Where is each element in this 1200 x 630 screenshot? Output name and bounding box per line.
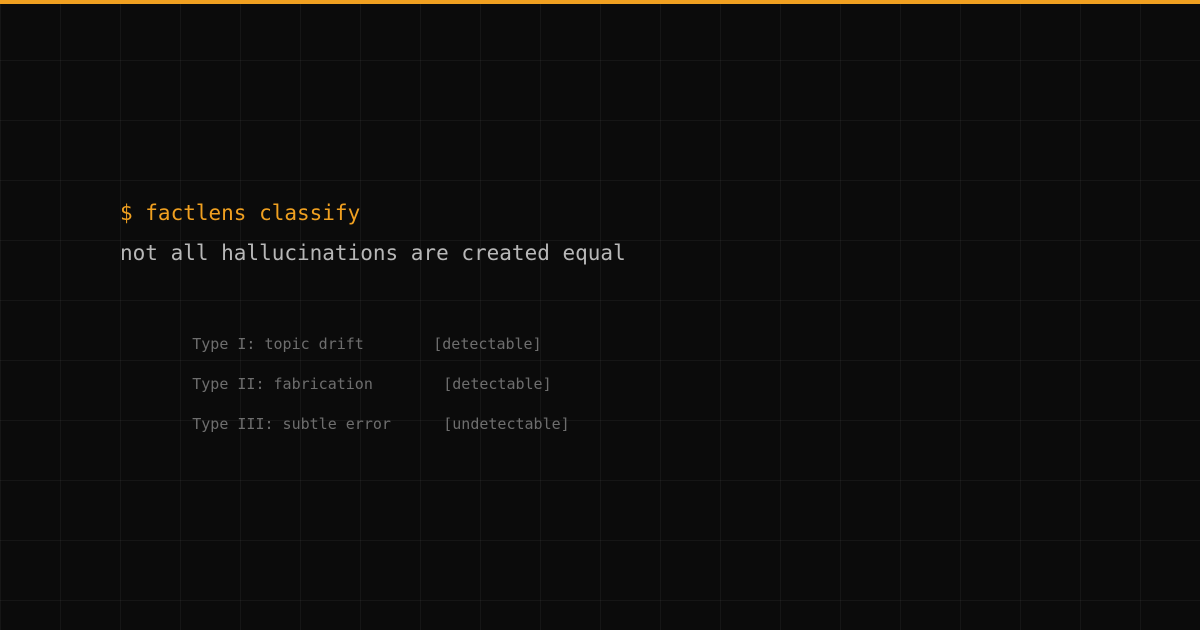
command-line: $ factlens classify xyxy=(120,201,361,225)
type-label: Type II: fabrication xyxy=(192,375,373,393)
type-status: [detectable] xyxy=(443,375,552,393)
terminal-block: $ factlens classify not all hallucinatio… xyxy=(120,198,626,434)
tagline: not all hallucinations are created equal xyxy=(120,241,626,265)
type-list: Type I: topic drift [detectable] Type II:… xyxy=(120,314,626,434)
type-status: [undetectable] xyxy=(443,415,570,433)
type-row-3: Type III: subtle error [undetectable] xyxy=(120,394,626,434)
type-label: Type III: subtle error xyxy=(192,415,391,433)
type-row-2: Type II: fabrication [detectable] xyxy=(120,354,626,394)
type-row-1: Type I: topic drift [detectable] xyxy=(120,314,626,354)
social-card: $ factlens classify not all hallucinatio… xyxy=(0,0,1200,630)
type-status: [detectable] xyxy=(433,335,542,353)
type-label: Type I: topic drift xyxy=(192,335,364,353)
top-accent-bar xyxy=(0,0,1200,4)
